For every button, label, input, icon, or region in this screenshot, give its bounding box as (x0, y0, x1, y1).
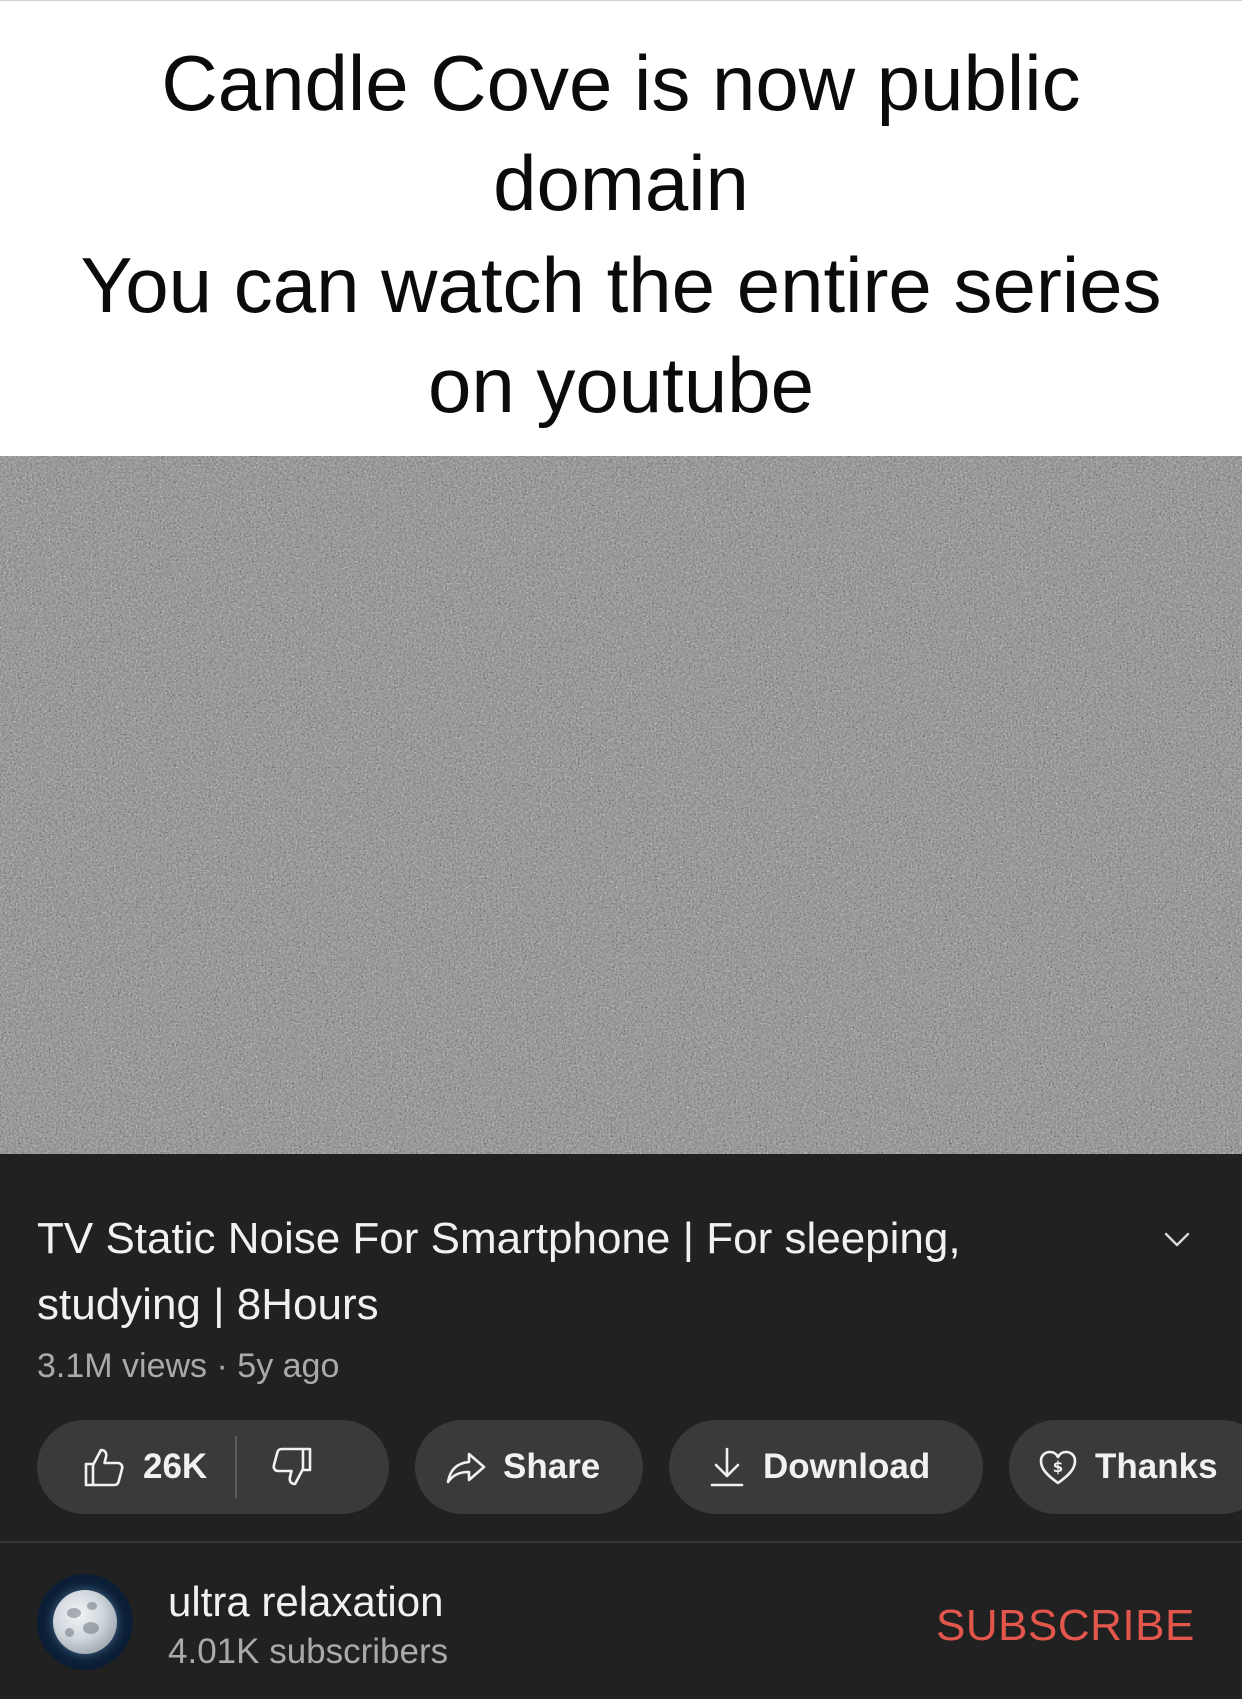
subscribe-button[interactable]: SUBSCRIBE (936, 1600, 1195, 1652)
page: Candle Cove is now public domain You can… (0, 0, 1242, 1699)
view-count: 3.1M views (37, 1347, 208, 1385)
thanks-button[interactable]: $ Thanks (1009, 1420, 1242, 1514)
like-divider (235, 1436, 238, 1498)
upload-age: 5y ago (237, 1347, 340, 1385)
channel-name[interactable]: ultra relaxation (168, 1576, 443, 1628)
like-count: 26K (143, 1447, 208, 1486)
download-button[interactable]: Download (669, 1420, 983, 1514)
thumbs-up-icon (84, 1448, 124, 1487)
video-meta: 3.1M views · 5y ago (37, 1344, 339, 1388)
caption-line-2: domain (493, 139, 749, 227)
channel-avatar[interactable] (37, 1574, 133, 1670)
download-icon (710, 1447, 744, 1487)
heart-dollar-icon: $ (1039, 1450, 1077, 1485)
share-arrow-icon (446, 1452, 486, 1484)
like-dislike-group: 26K (37, 1420, 389, 1514)
svg-text:$: $ (1053, 1458, 1063, 1476)
chevron-down-icon[interactable] (1160, 1222, 1194, 1256)
share-label: Share (503, 1447, 601, 1486)
caption-line-1: Candle Cove is now public (161, 39, 1081, 127)
moon-icon (53, 1590, 117, 1654)
thanks-label: Thanks (1095, 1447, 1218, 1486)
video-player[interactable] (0, 456, 1242, 1154)
thumbs-down-icon[interactable] (269, 1444, 315, 1490)
caption: Candle Cove is now public domain You can… (0, 0, 1242, 456)
caption-line-4: on youtube (427, 341, 814, 429)
share-button[interactable]: Share (415, 1420, 643, 1514)
download-label: Download (763, 1447, 931, 1486)
subscriber-count: 4.01K subscribers (168, 1632, 449, 1671)
video-title[interactable]: TV Static Noise For Smartphone | For sle… (37, 1206, 1097, 1338)
caption-line-3: You can watch the entire series (80, 241, 1162, 329)
static-noise-frame (0, 456, 1242, 1154)
divider (0, 1541, 1242, 1543)
meta-separator: · (216, 1347, 228, 1385)
like-button[interactable]: 26K (81, 1420, 207, 1514)
